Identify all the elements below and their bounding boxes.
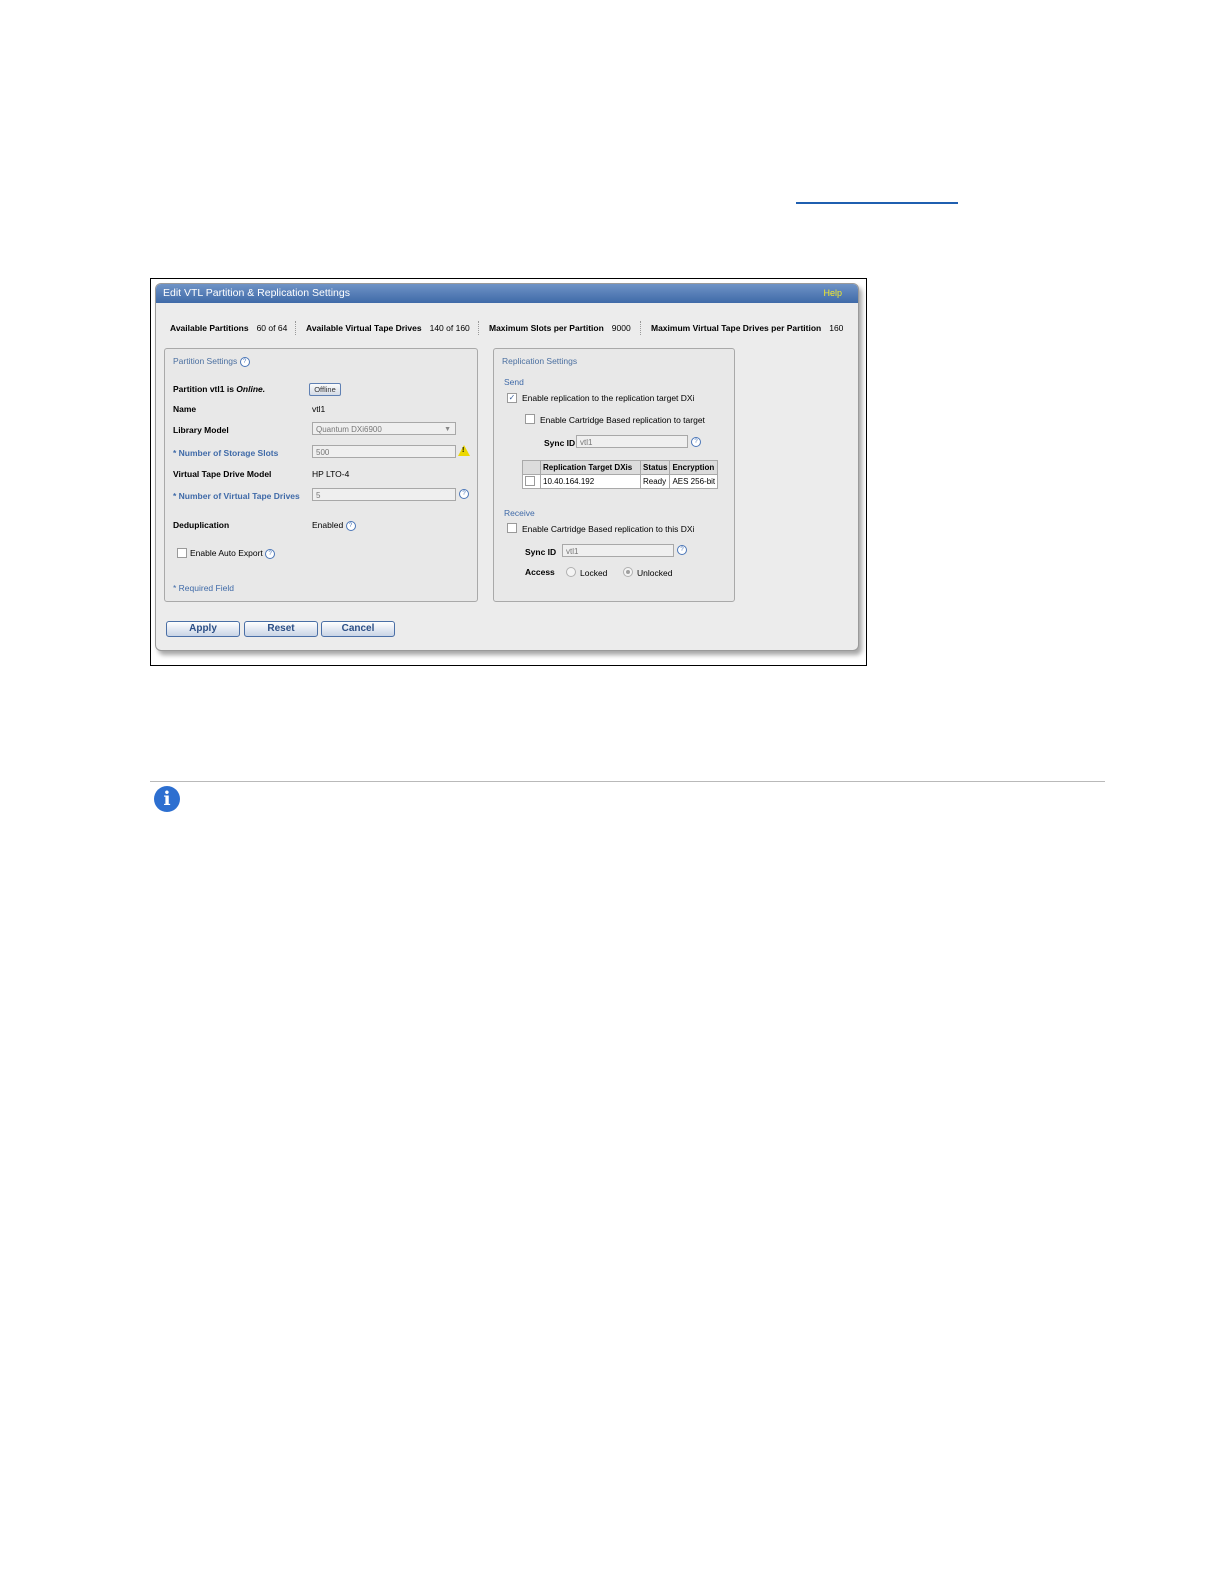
help-link[interactable]: Help — [823, 284, 842, 303]
partition-status-prefix: Partition vtl1 is — [173, 384, 237, 394]
partition-status: Partition vtl1 is Online. — [173, 384, 265, 394]
table-cell-status: Ready — [639, 474, 671, 489]
drive-model-label: Virtual Tape Drive Model — [173, 469, 272, 479]
help-icon[interactable]: ? — [345, 520, 356, 531]
help-icon[interactable]: ? — [265, 548, 276, 559]
access-unlocked-label: Unlocked — [637, 568, 673, 578]
replication-settings-panel: Replication Settings Send ✓ Enable repli… — [493, 348, 735, 602]
chevron-down-icon: ▼ — [444, 426, 451, 433]
virtual-drives-label: * Number of Virtual Tape Drives — [173, 491, 300, 501]
deduplication-value: Enabled ? — [312, 520, 356, 531]
help-icon[interactable]: ? — [677, 545, 687, 555]
access-locked-radio[interactable] — [566, 567, 576, 577]
receive-sync-id-label: Sync ID — [525, 547, 557, 557]
section-divider — [150, 781, 1105, 782]
virtual-drives-input[interactable]: 5 — [312, 488, 456, 501]
deduplication-value-text: Enabled — [312, 520, 344, 530]
help-icon[interactable]: ? — [239, 356, 250, 367]
deduplication-label: Deduplication — [173, 520, 230, 530]
enable-cartridge-target-checkbox[interactable] — [525, 414, 535, 424]
help-icon[interactable]: ? — [691, 437, 701, 447]
table-cell-target: 10.40.164.192 — [540, 474, 641, 489]
enable-receive-checkbox[interactable] — [507, 523, 517, 533]
storage-slots-label-text: * Number of Storage Slots — [173, 448, 279, 458]
library-model-select[interactable]: Quantum DXi6900 ▼ — [312, 422, 456, 435]
auto-export-checkbox[interactable] — [177, 548, 187, 558]
name-value: vtl1 — [312, 404, 326, 414]
document-link-underline[interactable] — [796, 202, 958, 204]
stat-value: 9000 — [611, 323, 631, 333]
enable-cartridge-target-label: Enable Cartridge Based replication to ta… — [540, 415, 705, 425]
screenshot-frame: Edit VTL Partition & Replication Setting… — [150, 278, 867, 666]
cancel-button[interactable]: Cancel — [321, 621, 395, 637]
auto-export-label: Enable Auto Export ? — [190, 548, 276, 559]
table-header-row: Replication Target DXis Status Encryptio… — [522, 460, 719, 475]
replication-targets-table: Replication Target DXis Status Encryptio… — [522, 460, 719, 489]
stat-label: Available Virtual Tape Drives — [306, 323, 422, 333]
table-row[interactable]: 10.40.164.192 Ready AES 256-bit — [522, 474, 719, 489]
stat-separator — [295, 321, 296, 335]
offline-button[interactable]: Offline — [309, 383, 341, 396]
send-sync-id-input[interactable]: vtl1 — [576, 435, 688, 448]
access-unlocked-radio[interactable] — [623, 567, 633, 577]
required-field-note: * Required Field — [173, 583, 234, 593]
enable-replication-label: Enable replication to the replication ta… — [522, 393, 695, 403]
stat-max-drives: Maximum Virtual Tape Drives per Partitio… — [651, 323, 843, 333]
access-label: Access — [525, 567, 555, 577]
replication-settings-title: Replication Settings — [502, 356, 578, 366]
storage-slots-label: * Number of Storage Slots — [173, 448, 278, 458]
reset-button[interactable]: Reset — [244, 621, 318, 637]
dialog-title-bar: Edit VTL Partition & Replication Setting… — [156, 284, 858, 303]
row-checkbox[interactable] — [525, 475, 535, 486]
partition-status-value: Online. — [236, 384, 266, 394]
stat-max-slots: Maximum Slots per Partition 9000 — [489, 323, 631, 333]
help-icon[interactable]: ? — [459, 489, 469, 499]
edit-vtl-dialog: Edit VTL Partition & Replication Setting… — [155, 283, 859, 651]
storage-slots-input[interactable]: 500 — [312, 445, 456, 458]
warning-icon: ! — [458, 445, 470, 456]
stat-value: 160 — [829, 323, 844, 333]
enable-receive-label: Enable Cartridge Based replication to th… — [522, 524, 695, 534]
send-section-label: Send — [504, 377, 524, 387]
library-model-label: Library Model — [173, 425, 229, 435]
library-model-value: Quantum DXi6900 — [316, 425, 382, 434]
access-locked-label: Locked — [580, 568, 608, 578]
receive-sync-id-input[interactable]: vtl1 — [562, 544, 674, 557]
partition-settings-title-text: Partition Settings — [173, 356, 238, 366]
table-header-encryption: Encryption — [669, 460, 719, 475]
stat-available-drives: Available Virtual Tape Drives 140 of 160 — [306, 323, 470, 333]
table-header-target: Replication Target DXis — [540, 460, 641, 475]
stat-label: Maximum Virtual Tape Drives per Partitio… — [651, 323, 822, 333]
stat-separator — [478, 321, 479, 335]
table-header-select — [522, 460, 541, 475]
table-cell-encryption: AES 256-bit — [669, 474, 719, 489]
apply-button[interactable]: Apply — [166, 621, 240, 637]
stat-available-partitions: Available Partitions 60 of 64 — [170, 323, 287, 333]
partition-settings-panel: Partition Settings ? Partition vtl1 is O… — [164, 348, 478, 602]
virtual-drives-label-text: * Number of Virtual Tape Drives — [173, 491, 300, 501]
info-icon: i — [154, 786, 180, 812]
stat-label: Maximum Slots per Partition — [489, 323, 604, 333]
stat-separator — [640, 321, 641, 335]
dialog-title: Edit VTL Partition & Replication Setting… — [163, 287, 350, 299]
receive-section-label: Receive — [504, 508, 535, 518]
drive-model-value: HP LTO-4 — [312, 469, 350, 479]
table-row-checkbox-cell[interactable] — [522, 474, 541, 489]
table-header-status: Status — [639, 460, 671, 475]
enable-replication-checkbox[interactable]: ✓ — [507, 393, 517, 403]
send-sync-id-label: Sync ID — [544, 438, 576, 448]
auto-export-label-text: Enable Auto Export — [190, 548, 263, 558]
partition-settings-title: Partition Settings ? — [173, 356, 250, 367]
stat-label: Available Partitions — [170, 323, 249, 333]
stat-value: 60 of 64 — [256, 323, 288, 333]
name-label: Name — [173, 404, 197, 414]
stat-value: 140 of 160 — [429, 323, 470, 333]
